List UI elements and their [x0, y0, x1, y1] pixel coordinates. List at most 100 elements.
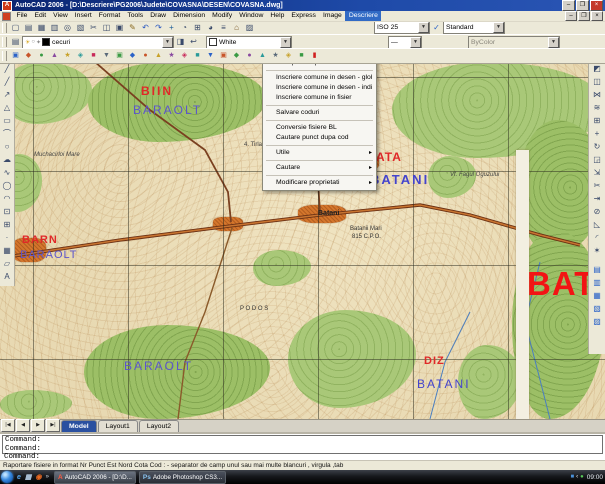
layer-manager-icon[interactable]: ▤ [9, 36, 22, 48]
move-icon[interactable]: + [591, 127, 604, 140]
polyline-icon[interactable]: ↗ [1, 88, 14, 101]
tab-last-button[interactable]: ▶| [46, 419, 60, 432]
dd-inscriere-individual[interactable]: Inscriere comune in desen - individual ▸ [263, 83, 376, 93]
designcenter-icon[interactable]: ⌂ [230, 22, 243, 34]
tray-network-icon[interactable]: ■ [570, 474, 574, 480]
rectangle-icon[interactable]: ▭ [1, 114, 14, 127]
explode-icon[interactable]: ✶ [591, 244, 604, 257]
menu-file[interactable]: File [13, 11, 31, 21]
revision-cloud-icon[interactable]: ☁ [1, 153, 14, 166]
custom-tool-icon[interactable]: ★ [165, 50, 178, 62]
tray-status-icon[interactable]: ● [580, 474, 584, 480]
layer-combo[interactable]: ☀○✦ cecuri ▼ [22, 36, 174, 49]
custom-tool-icon[interactable]: ● [243, 50, 256, 62]
toolbar-grip[interactable] [2, 37, 7, 47]
custom-tool-icon[interactable]: ▮ [308, 50, 321, 62]
draw-order-icon[interactable]: ▤ [591, 263, 604, 276]
menu-tools[interactable]: Tools [124, 11, 147, 21]
pan-icon[interactable]: + [165, 22, 178, 34]
plot-preview-icon[interactable]: ◎ [61, 22, 74, 34]
doc-restore-button[interactable]: ❐ [578, 11, 590, 21]
command-history[interactable]: Command:Command: [2, 435, 603, 454]
minimize-button[interactable]: – [562, 0, 575, 11]
menu-window[interactable]: Window [236, 11, 267, 21]
taskbar-button-autocad[interactable]: A AutoCAD 2006 - [D:\D... [54, 471, 136, 484]
dd-utile[interactable]: Utile ▸ [263, 148, 376, 158]
match-properties-icon[interactable]: ✎ [126, 22, 139, 34]
dropdown-arrow-icon[interactable]: ▼ [493, 22, 504, 33]
save-icon[interactable]: ▦ [35, 22, 48, 34]
custom-tool-icon[interactable]: ◆ [126, 50, 139, 62]
extend-icon[interactable]: ⇥ [591, 192, 604, 205]
dropdown-arrow-icon[interactable]: ▼ [162, 37, 173, 48]
arc-icon[interactable]: ⌒ [1, 127, 14, 140]
menu-express[interactable]: Express [288, 11, 320, 21]
mtext-icon[interactable]: A [1, 270, 14, 283]
hatch-icon[interactable]: ▦ [1, 244, 14, 257]
copy-icon[interactable]: ◫ [591, 75, 604, 88]
plot-icon[interactable]: ▥ [48, 22, 61, 34]
custom-tool-icon[interactable]: ■ [191, 50, 204, 62]
custom-tool-icon[interactable]: ● [35, 50, 48, 62]
lineweight-combo[interactable]: — ▼ [388, 36, 422, 49]
custom-tool-icon[interactable]: ■ [295, 50, 308, 62]
tab-next-button[interactable]: ▶ [31, 419, 45, 432]
custom-tool-icon[interactable]: ◈ [178, 50, 191, 62]
menu-format[interactable]: Format [95, 11, 124, 21]
layer-previous-icon[interactable]: ↩ [187, 36, 200, 48]
rotate-icon[interactable]: ↻ [591, 140, 604, 153]
construction-line-icon[interactable]: ╱ [1, 75, 14, 88]
custom-tool-icon[interactable]: ▲ [256, 50, 269, 62]
quicklaunch-desktop-icon[interactable]: ▦ [25, 473, 32, 481]
taskbar-button-photoshop[interactable]: Ps Adobe Photoshop CS3... [139, 471, 226, 484]
custom-tool-icon[interactable]: ▣ [9, 50, 22, 62]
dd-salvare-coduri[interactable]: Salvare coduri ▸ [263, 108, 376, 118]
dropdown-arrow-icon[interactable]: ▼ [280, 37, 291, 48]
toolbar-grip[interactable] [2, 23, 7, 33]
custom-tool-icon[interactable]: ● [139, 50, 152, 62]
polygon-icon[interactable]: △ [1, 101, 14, 114]
dropdown-arrow-icon[interactable]: ▼ [418, 22, 429, 33]
region-icon[interactable]: ▱ [1, 257, 14, 270]
zoom-previous-icon[interactable]: ◕ [204, 22, 217, 34]
command-line-area[interactable]: Command:Command: Command: [0, 432, 605, 462]
chamfer-icon[interactable]: ◺ [591, 218, 604, 231]
mirror-icon[interactable]: ⋈ [591, 88, 604, 101]
open-icon[interactable]: ▤ [22, 22, 35, 34]
edit-polyline-icon[interactable]: ▦ [591, 289, 604, 302]
stretch-icon[interactable]: ⇲ [591, 166, 604, 179]
properties-icon[interactable]: ≡ [217, 22, 230, 34]
menu-modify[interactable]: Modify [209, 11, 236, 21]
custom-tool-icon[interactable]: ▲ [152, 50, 165, 62]
toolbar-grip[interactable] [2, 51, 7, 61]
paste-icon[interactable]: ▣ [113, 22, 126, 34]
dd-cautare-punct[interactable]: Cautare punct dupa cod ▸ [263, 133, 376, 143]
ellipse-icon[interactable]: ◯ [1, 179, 14, 192]
break-icon[interactable]: ⊘ [591, 205, 604, 218]
tab-first-button[interactable]: |◀ [1, 419, 15, 432]
tool-palettes-icon[interactable]: ▨ [243, 22, 256, 34]
menu-edit[interactable]: Edit [31, 11, 50, 21]
copy-clip-icon[interactable]: ◫ [100, 22, 113, 34]
tab-prev-button[interactable]: ◀ [16, 419, 30, 432]
fillet-icon[interactable]: ◜ [591, 231, 604, 244]
spline-icon[interactable]: ∿ [1, 166, 14, 179]
edit-hatch-icon[interactable]: ▥ [591, 276, 604, 289]
menu-image[interactable]: Image [319, 11, 345, 21]
custom-tool-icon[interactable]: ▣ [217, 50, 230, 62]
insert-block-icon[interactable]: ⊡ [1, 205, 14, 218]
dd-cautare[interactable]: Cautare ▸ [263, 163, 376, 173]
custom-tool-icon[interactable]: ★ [61, 50, 74, 62]
text-style-combo[interactable]: Standard ▼ [443, 21, 505, 34]
tray-expand-icon[interactable]: ‹ [576, 474, 578, 480]
doc-minimize-button[interactable]: – [565, 11, 577, 21]
custom-tool-icon[interactable]: ▲ [48, 50, 61, 62]
make-object-layer-icon[interactable]: ◨ [174, 36, 187, 48]
menu-insert[interactable]: Insert [71, 11, 95, 21]
redo-icon[interactable]: ↷ [152, 22, 165, 34]
close-button[interactable]: × [590, 0, 603, 11]
custom-tool-icon[interactable]: ▼ [100, 50, 113, 62]
title-bar[interactable]: A AutoCAD 2006 - [D:\Descriere\PG2006\Ju… [0, 0, 605, 11]
menu-view[interactable]: View [50, 11, 72, 21]
menu-descriere[interactable]: Descriere [345, 11, 381, 21]
